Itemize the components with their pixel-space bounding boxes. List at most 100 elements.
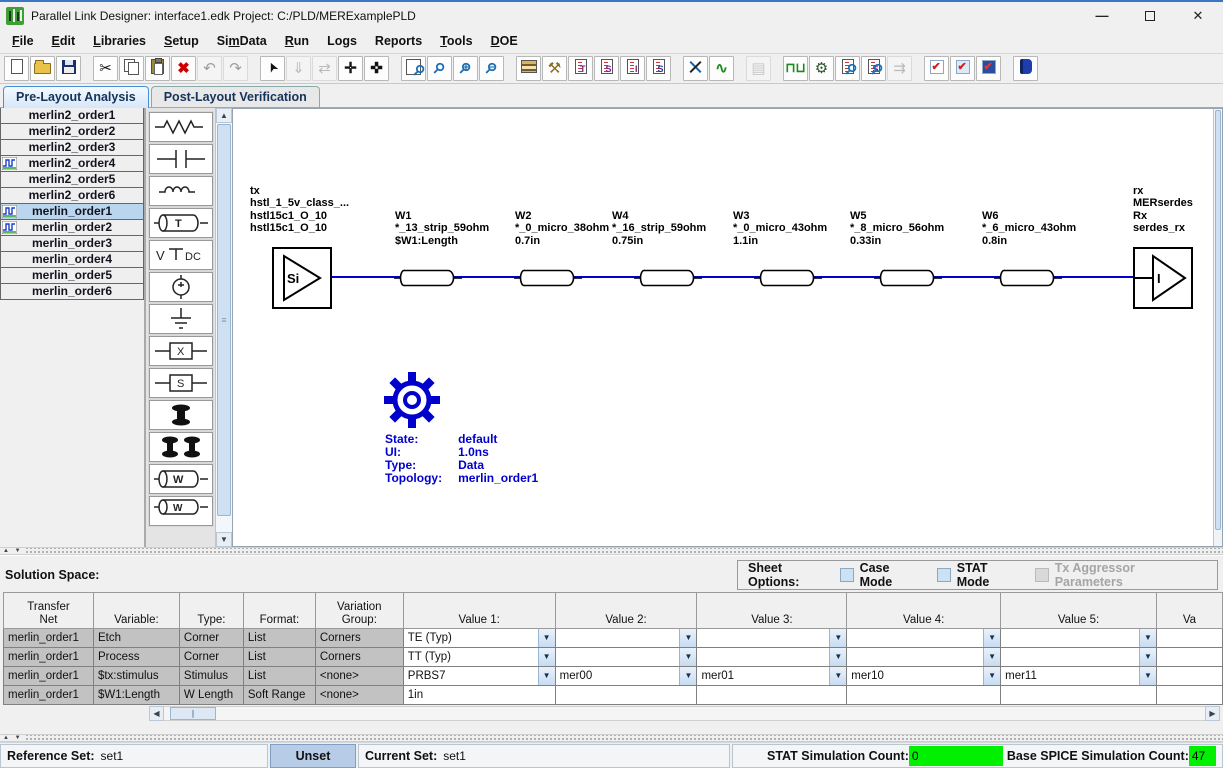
status-splitter[interactable]: ▲ ▼: [0, 734, 1223, 742]
cell-value-r3v1[interactable]: 1in: [403, 685, 555, 704]
palette-s-block-button[interactable]: S: [149, 368, 213, 398]
report-validate-button[interactable]: ✔: [976, 56, 1001, 81]
tools-button[interactable]: ⚒: [542, 56, 567, 81]
tline-symbol-W4[interactable]: [633, 267, 703, 292]
topology-item-merlin_order5[interactable]: merlin_order5: [0, 267, 144, 284]
tx-buffer-symbol[interactable]: Si: [272, 247, 332, 309]
canvas-vscrollbar-thumb[interactable]: [1215, 110, 1221, 530]
menu-logs[interactable]: Logs: [319, 32, 365, 50]
view-results-button[interactable]: ⚲: [835, 56, 860, 81]
table-hscroll-track[interactable]: ∥: [164, 706, 1205, 721]
cell-value-r0v2[interactable]: ▼: [555, 628, 697, 647]
gear-icon[interactable]: [383, 371, 441, 432]
dropdown-arrow-icon[interactable]: ▼: [679, 648, 696, 666]
paste-button[interactable]: [145, 56, 170, 81]
palette-ground-button[interactable]: [149, 304, 213, 334]
dropdown-arrow-icon[interactable]: ▼: [983, 667, 1000, 685]
topology-item-merlin2_order5[interactable]: merlin2_order5: [0, 171, 144, 188]
topology-item-merlin_order2[interactable]: merlin_order2: [0, 219, 144, 236]
cell-value-r1v4[interactable]: ▼: [847, 647, 1001, 666]
cell-value-r1v2[interactable]: ▼: [555, 647, 697, 666]
menu-run[interactable]: Run: [277, 32, 317, 50]
delete-button[interactable]: ✖: [171, 56, 196, 81]
maximize-button[interactable]: [1139, 7, 1161, 25]
dropdown-arrow-icon[interactable]: ▼: [829, 629, 846, 647]
palette-via-button[interactable]: [149, 400, 213, 430]
open-button[interactable]: [30, 56, 55, 81]
tline-symbol-W1[interactable]: [393, 267, 463, 292]
pan-button[interactable]: ✜: [364, 56, 389, 81]
canvas-vscrollbar[interactable]: [1213, 109, 1222, 546]
report-spice-button[interactable]: S: [646, 56, 671, 81]
topology-item-merlin2_order1[interactable]: merlin2_order1: [0, 108, 144, 124]
palette-scrollbar[interactable]: ▲ ≡ ▼: [215, 108, 232, 547]
dropdown-arrow-icon[interactable]: ▼: [538, 648, 555, 666]
close-button[interactable]: ✕: [1187, 7, 1209, 25]
dropdown-arrow-icon[interactable]: ▼: [829, 667, 846, 685]
schematic-canvas[interactable]: tx hstl_1_5v_class_... hstl15c1_O_10 hst…: [233, 109, 1213, 546]
unset-button[interactable]: Unset: [270, 744, 356, 768]
tline-symbol-W5[interactable]: [873, 267, 943, 292]
report-timing-button[interactable]: T: [568, 56, 593, 81]
help-button[interactable]: [1013, 56, 1038, 81]
stat-mode-checkbox[interactable]: [937, 568, 950, 582]
cut-button[interactable]: ✂: [93, 56, 118, 81]
cell-value-r0v5[interactable]: ▼: [1001, 628, 1157, 647]
cell-value-r1v1[interactable]: TT (Typ)▼: [403, 647, 555, 666]
dropdown-arrow-icon[interactable]: ▼: [679, 667, 696, 685]
validate-button[interactable]: ✔: [924, 56, 949, 81]
sim-validate-button[interactable]: ✔: [950, 56, 975, 81]
cell-value-r1v6[interactable]: [1156, 647, 1222, 666]
canvas-splitter[interactable]: ▲ ▼: [0, 547, 1223, 555]
palette-wline-button[interactable]: W: [149, 464, 213, 494]
cell-value-r0v3[interactable]: ▼: [697, 628, 847, 647]
cell-value-r3v5[interactable]: [1001, 685, 1157, 704]
palette-via-pair-button[interactable]: [149, 432, 213, 462]
dropdown-arrow-icon[interactable]: ▼: [983, 629, 1000, 647]
menu-file[interactable]: File: [4, 32, 42, 50]
cell-value-r3v6[interactable]: [1156, 685, 1222, 704]
cell-value-r0v6[interactable]: [1156, 628, 1222, 647]
cell-value-r0v1[interactable]: TE (Typ)▼: [403, 628, 555, 647]
report-ibis-button[interactable]: I: [620, 56, 645, 81]
cell-value-r2v5[interactable]: mer11▼: [1001, 666, 1157, 685]
zoom-full-button[interactable]: ⚲: [427, 56, 452, 81]
palette-tline-button[interactable]: T: [149, 208, 213, 238]
report-sweep-button[interactable]: S: [594, 56, 619, 81]
tab-post-layout-verification[interactable]: Post-Layout Verification: [151, 86, 320, 107]
tline-symbol-W2[interactable]: [513, 267, 583, 292]
menu-tools[interactable]: Tools: [432, 32, 480, 50]
sim-network-button[interactable]: ∿: [709, 56, 734, 81]
stackup-button[interactable]: [516, 56, 541, 81]
zoom-in-button[interactable]: ⚲+: [453, 56, 478, 81]
cell-value-r3v2[interactable]: [555, 685, 697, 704]
simulate-button[interactable]: ⚙: [809, 56, 834, 81]
palette-capacitor-button[interactable]: [149, 144, 213, 174]
zoom-out-button[interactable]: ⚲−: [479, 56, 504, 81]
cell-value-r1v5[interactable]: ▼: [1001, 647, 1157, 666]
palette-scroll-down-icon[interactable]: ▼: [216, 532, 232, 547]
table-hscroll-thumb[interactable]: ∥: [170, 707, 216, 720]
zoom-area-button[interactable]: ⚲: [401, 56, 426, 81]
cell-value-r1v3[interactable]: ▼: [697, 647, 847, 666]
menu-reports[interactable]: Reports: [367, 32, 430, 50]
cell-value-r2v2[interactable]: mer00▼: [555, 666, 697, 685]
cell-value-r2v3[interactable]: mer01▼: [697, 666, 847, 685]
minimize-button[interactable]: —: [1091, 7, 1113, 25]
menu-setup[interactable]: Setup: [156, 32, 207, 50]
cell-value-r2v1[interactable]: PRBS7▼: [403, 666, 555, 685]
cell-value-r3v4[interactable]: [847, 685, 1001, 704]
menu-simdata[interactable]: SimData: [209, 32, 275, 50]
new-button[interactable]: [4, 56, 29, 81]
menu-libraries[interactable]: Libraries: [85, 32, 154, 50]
dropdown-arrow-icon[interactable]: ▼: [983, 648, 1000, 666]
dropdown-arrow-icon[interactable]: ▼: [679, 629, 696, 647]
copy-button[interactable]: [119, 56, 144, 81]
palette-scrollbar-thumb[interactable]: ≡: [217, 124, 231, 516]
rx-buffer-symbol[interactable]: I: [1133, 247, 1193, 309]
menu-edit[interactable]: Edit: [44, 32, 84, 50]
palette-x-block-button[interactable]: X: [149, 336, 213, 366]
crosshair-button[interactable]: ✛: [338, 56, 363, 81]
topology-item-merlin2_order2[interactable]: merlin2_order2: [0, 123, 144, 140]
dropdown-arrow-icon[interactable]: ▼: [538, 667, 555, 685]
